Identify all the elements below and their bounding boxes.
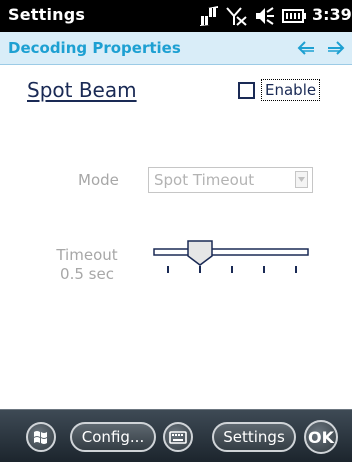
- arrow-right-icon[interactable]: [326, 40, 348, 56]
- timeout-value: 0.5 sec: [60, 265, 114, 283]
- app-title: Settings: [8, 5, 86, 24]
- timeout-label-title: Timeout: [56, 246, 118, 264]
- enable-label[interactable]: Enable: [261, 79, 321, 101]
- status-bar: Settings 3:39: [0, 0, 352, 32]
- section-title: Spot Beam: [27, 78, 137, 102]
- keyboard-icon[interactable]: [163, 422, 193, 452]
- slider-track: [153, 248, 309, 256]
- page-header: Decoding Properties: [0, 32, 352, 65]
- arrow-left-icon[interactable]: [296, 40, 318, 56]
- timeout-slider[interactable]: [150, 238, 312, 288]
- battery-icon[interactable]: [282, 6, 308, 26]
- slider-thumb: [187, 240, 213, 266]
- taskbar: Config... Settings OK: [0, 409, 352, 462]
- connectivity-icon[interactable]: [198, 6, 220, 26]
- page-title: Decoding Properties: [8, 39, 181, 57]
- enable-checkbox[interactable]: Enable: [238, 79, 321, 101]
- checkbox-box[interactable]: [238, 81, 255, 99]
- signal-off-icon[interactable]: [226, 6, 248, 26]
- windows-start-icon[interactable]: [26, 422, 56, 452]
- clock-time[interactable]: 3:39: [312, 5, 352, 24]
- ok-button[interactable]: OK: [304, 420, 338, 454]
- chevron-down-icon[interactable]: [295, 171, 308, 188]
- volume-icon[interactable]: [254, 6, 276, 26]
- mode-select-value: Spot Timeout: [154, 171, 255, 189]
- mode-select[interactable]: Spot Timeout: [148, 167, 313, 193]
- settings-button[interactable]: Settings: [212, 422, 296, 452]
- timeout-label: Timeout 0.5 sec: [55, 246, 119, 284]
- mode-label: Mode: [78, 171, 119, 189]
- config-button[interactable]: Config...: [70, 422, 156, 452]
